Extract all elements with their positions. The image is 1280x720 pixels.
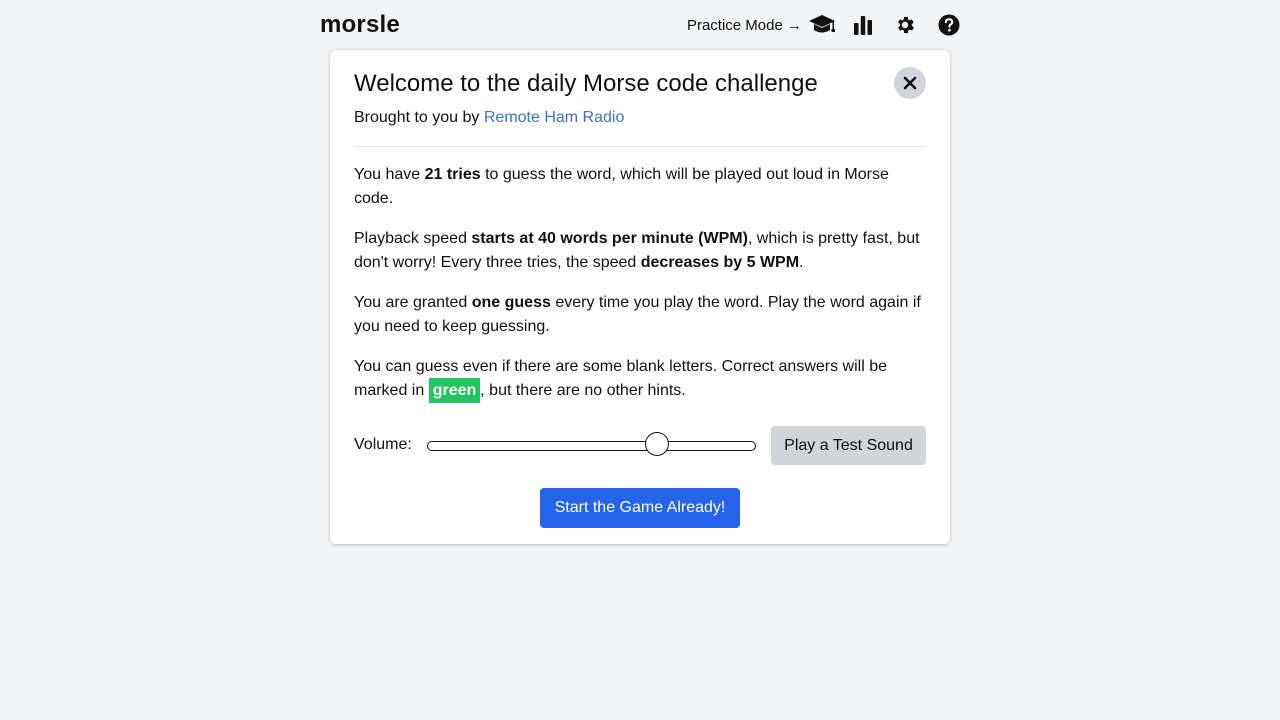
app-logo: morsle (320, 11, 400, 38)
start-game-button[interactable]: Start the Game Already! (540, 488, 740, 528)
play-test-sound-button[interactable]: Play a Test Sound (771, 426, 926, 465)
rules-paragraph-guesses: You are granted one guess every time you… (354, 291, 926, 339)
rules-paragraph-speed: Playback speed starts at 40 words per mi… (354, 227, 926, 275)
close-button[interactable] (894, 67, 926, 99)
divider (354, 146, 926, 147)
welcome-dialog: Welcome to the daily Morse code challeng… (330, 50, 950, 544)
gear-icon[interactable] (894, 14, 916, 36)
text: Playback speed (354, 230, 472, 247)
emphasis-text: starts at 40 words per minute (WPM) (471, 230, 748, 247)
rules-paragraph-tries: You have 21 tries to guess the word, whi… (354, 163, 926, 211)
emphasis-text: decreases by 5 WPM (640, 254, 800, 271)
practice-mode-link[interactable]: Practice Mode → (687, 17, 802, 34)
remote-ham-radio-link[interactable]: Remote Ham Radio (484, 109, 625, 126)
graduation-cap-icon[interactable] (808, 11, 836, 39)
text: You have (354, 166, 425, 183)
top-nav: Practice Mode → (687, 10, 960, 40)
volume-slider[interactable] (427, 432, 756, 456)
close-icon (903, 76, 917, 90)
bar-chart-icon[interactable] (852, 14, 874, 36)
slider-thumb[interactable] (645, 432, 670, 456)
help-icon[interactable] (938, 14, 960, 36)
volume-label: Volume: (354, 436, 412, 453)
emphasis-text: 21 tries (424, 166, 481, 183)
dialog-title: Welcome to the daily Morse code challeng… (354, 70, 818, 97)
emphasis-text: one guess (471, 294, 551, 311)
slider-track[interactable] (427, 441, 756, 451)
top-bar: morsle Practice Mode → (320, 0, 960, 50)
dialog-subtitle: Brought to you by Remote Ham Radio (354, 109, 624, 127)
green-highlight: green (428, 378, 481, 403)
rules-paragraph-hints: You can guess even if there are some bla… (354, 355, 926, 403)
text: , but there are no other hints. (480, 382, 686, 399)
text: . (799, 254, 804, 271)
text: You are granted (354, 294, 472, 311)
subtitle-prefix: Brought to you by (354, 109, 484, 126)
volume-row: Volume: Play a Test Sound (354, 426, 926, 466)
